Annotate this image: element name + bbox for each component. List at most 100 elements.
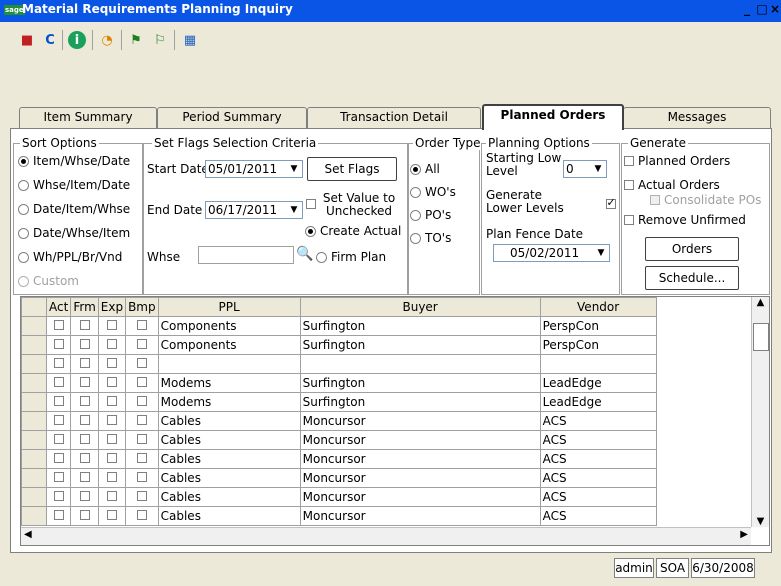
flag-icon[interactable]: ⚑ [126, 30, 146, 50]
row-selector[interactable] [21, 392, 47, 412]
table-row[interactable] [21, 354, 759, 374]
scroll-right-icon[interactable]: ▶ [740, 529, 748, 540]
planned-orders-option[interactable]: Planned Orders [624, 154, 730, 168]
exp-checkbox-cell[interactable] [97, 335, 127, 355]
exp-checkbox-cell[interactable] [97, 468, 127, 488]
act-checkbox-cell[interactable] [45, 468, 72, 488]
order-type-wos[interactable]: WO's [410, 185, 456, 199]
search-icon[interactable]: 🔍 [296, 246, 313, 262]
bmp-checkbox-cell[interactable] [125, 411, 159, 431]
radio-selected-icon[interactable] [305, 225, 316, 237]
checkbox-icon[interactable] [53, 510, 64, 520]
checkbox-icon[interactable] [106, 472, 117, 482]
checkbox-icon[interactable] [79, 434, 90, 444]
checkbox-icon[interactable] [79, 339, 90, 349]
minimize-button[interactable]: _ [739, 1, 755, 18]
checkbox-icon[interactable] [136, 472, 147, 482]
start-date-dropdown[interactable]: 05/01/2011 ▼ [205, 160, 303, 178]
checkbox-icon[interactable] [106, 396, 117, 406]
column-header-vendor[interactable]: Vendor [539, 297, 657, 317]
order-type-all[interactable]: All [410, 162, 440, 176]
tab-item-summary[interactable]: Item Summary [19, 107, 157, 128]
row-selector[interactable] [21, 468, 47, 488]
exp-checkbox-cell[interactable] [97, 316, 127, 336]
checkbox-icon[interactable] [79, 510, 90, 520]
checkbox-icon[interactable] [79, 396, 90, 406]
table-row[interactable]: Cables Moncursor ACS [21, 487, 759, 507]
radio-icon[interactable] [18, 203, 29, 215]
refresh-icon[interactable]: C [40, 30, 60, 50]
checkbox-icon[interactable] [624, 180, 634, 190]
firm-plan-radio[interactable]: Firm Plan [316, 250, 386, 264]
radio-icon[interactable] [18, 179, 29, 191]
column-header-bmp[interactable]: Bmp [125, 297, 159, 317]
checkbox-icon[interactable] [136, 434, 147, 444]
checkbox-icon[interactable] [136, 396, 147, 406]
flag-alt-icon[interactable]: ⚐ [150, 30, 170, 50]
checkbox-icon[interactable] [53, 339, 64, 349]
set-value-checkbox[interactable] [306, 199, 316, 209]
checkbox-icon[interactable] [106, 491, 117, 501]
radio-icon[interactable] [316, 251, 327, 263]
bmp-checkbox-cell[interactable] [125, 430, 159, 450]
exp-checkbox-cell[interactable] [97, 392, 127, 412]
table-row[interactable]: Cables Moncursor ACS [21, 411, 759, 431]
bmp-checkbox-cell[interactable] [125, 449, 159, 469]
exp-checkbox-cell[interactable] [97, 373, 127, 393]
radio-icon[interactable] [410, 209, 421, 221]
order-type-tos[interactable]: TO's [410, 231, 451, 245]
bookmark-icon[interactable]: ■ [17, 30, 37, 50]
chevron-down-icon[interactable]: ▼ [287, 203, 301, 217]
checkbox-icon[interactable] [79, 320, 90, 330]
checkbox-icon[interactable] [53, 453, 64, 463]
radio-selected-icon[interactable] [410, 163, 421, 175]
chevron-down-icon[interactable]: ▼ [591, 162, 605, 176]
act-checkbox-cell[interactable] [45, 449, 72, 469]
bmp-checkbox-cell[interactable] [125, 506, 159, 526]
checkbox-icon[interactable] [624, 215, 634, 225]
checkbox-icon[interactable] [79, 472, 90, 482]
row-selector[interactable] [21, 449, 47, 469]
schedule-button[interactable]: Schedule... [645, 266, 739, 290]
radio-icon[interactable] [410, 186, 421, 198]
exp-checkbox-cell[interactable] [97, 430, 127, 450]
bmp-checkbox-cell[interactable] [125, 335, 159, 355]
tab-period-summary[interactable]: Period Summary [157, 107, 307, 128]
act-checkbox-cell[interactable] [45, 373, 72, 393]
checkbox-icon[interactable] [106, 453, 117, 463]
chevron-down-icon[interactable]: ▼ [287, 162, 301, 176]
starting-low-level-dropdown[interactable]: 0 ▼ [563, 160, 607, 178]
frm-checkbox-cell[interactable] [70, 506, 99, 526]
report-icon[interactable]: ▦ [180, 30, 200, 50]
sort-date-whse-item[interactable]: Date/Whse/Item [18, 226, 130, 240]
checkbox-icon[interactable] [106, 320, 117, 330]
plan-fence-date-dropdown[interactable]: 05/02/2011 ▼ [493, 244, 610, 262]
sort-date-item-whse[interactable]: Date/Item/Whse [18, 202, 130, 216]
checkbox-icon[interactable] [136, 320, 147, 330]
bmp-checkbox-cell[interactable] [125, 392, 159, 412]
checkbox-icon[interactable] [79, 415, 90, 425]
exp-checkbox-cell[interactable] [97, 506, 127, 526]
checkbox-icon[interactable] [106, 510, 117, 520]
exp-checkbox-cell[interactable] [97, 354, 127, 374]
order-type-pos[interactable]: PO's [410, 208, 451, 222]
help-icon[interactable]: i [68, 31, 86, 49]
checkbox-icon[interactable] [106, 377, 117, 387]
checkbox-icon[interactable] [106, 358, 117, 368]
end-date-dropdown[interactable]: 06/17/2011 ▼ [205, 201, 303, 219]
frm-checkbox-cell[interactable] [70, 335, 99, 355]
checkbox-icon[interactable] [53, 472, 64, 482]
checkbox-icon[interactable] [106, 434, 117, 444]
sort-item-whse-date[interactable]: Item/Whse/Date [18, 154, 130, 168]
checkbox-icon[interactable] [79, 377, 90, 387]
checkbox-icon[interactable] [53, 396, 64, 406]
act-checkbox-cell[interactable] [45, 316, 72, 336]
exp-checkbox-cell[interactable] [97, 449, 127, 469]
checkbox-icon[interactable] [136, 491, 147, 501]
checkbox-icon[interactable] [79, 491, 90, 501]
column-header-buyer[interactable]: Buyer [299, 297, 541, 317]
act-checkbox-cell[interactable] [45, 411, 72, 431]
row-selector[interactable] [21, 316, 47, 336]
row-selector[interactable] [21, 354, 47, 374]
orders-button[interactable]: Orders [645, 237, 739, 261]
